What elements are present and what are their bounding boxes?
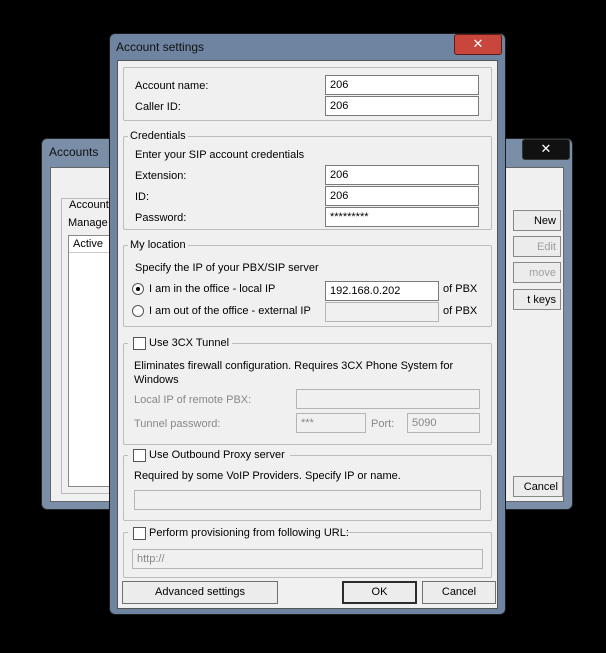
caller-id-label: Caller ID: bbox=[135, 101, 181, 113]
provisioning-url-input[interactable]: http:// bbox=[132, 549, 483, 569]
cancel-button[interactable]: Cancel bbox=[422, 581, 496, 604]
new-account-button[interactable]: New bbox=[513, 210, 561, 231]
extension-input[interactable]: 206 bbox=[325, 165, 479, 185]
location-hint: Specify the IP of your PBX/SIP server bbox=[135, 262, 319, 274]
tunnel-checkbox-label[interactable]: Use 3CX Tunnel bbox=[149, 336, 229, 350]
remote-pbx-label: Local IP of remote PBX: bbox=[134, 394, 252, 406]
external-ip-suffix: of PBX bbox=[443, 305, 478, 317]
ok-button[interactable]: OK bbox=[342, 581, 417, 604]
local-ip-label[interactable]: I am in the office - local IP bbox=[149, 282, 275, 296]
extension-label: Extension: bbox=[135, 170, 187, 182]
tunnel-port-input[interactable]: 5090 bbox=[407, 413, 480, 433]
provisioning-checkbox-label[interactable]: Perform provisioning from following URL: bbox=[149, 526, 349, 540]
edit-account-button[interactable]: Edit bbox=[513, 236, 561, 257]
local-ip-radio[interactable] bbox=[132, 283, 144, 295]
remote-pbx-input[interactable] bbox=[296, 389, 480, 409]
id-label: ID: bbox=[135, 191, 150, 203]
tunnel-description: Eliminates firewall configuration. Requi… bbox=[134, 360, 454, 386]
external-ip-radio[interactable] bbox=[132, 305, 144, 317]
remove-account-button[interactable]: move bbox=[513, 262, 561, 283]
shortcut-keys-button[interactable]: t keys bbox=[513, 289, 561, 310]
tunnel-port-label: Port: bbox=[371, 418, 395, 430]
tunnel-password-label: Tunnel password: bbox=[134, 418, 221, 430]
proxy-checkbox-label[interactable]: Use Outbound Proxy server bbox=[149, 448, 285, 462]
accounts-cancel-button[interactable]: Cancel bbox=[513, 476, 563, 497]
proxy-description: Required by some VoIP Providers. Specify… bbox=[134, 470, 401, 482]
tunnel-password-input[interactable]: *** bbox=[296, 413, 366, 433]
password-input[interactable]: ********* bbox=[325, 207, 479, 227]
account-name-label: Account name: bbox=[135, 80, 209, 92]
local-ip-suffix: of PBX bbox=[443, 283, 478, 295]
location-group-label: My location bbox=[128, 239, 188, 252]
local-ip-input[interactable]: 192.168.0.202 bbox=[325, 281, 439, 301]
advanced-settings-button[interactable]: Advanced settings bbox=[122, 581, 278, 604]
dialog-title: Account settings bbox=[116, 40, 205, 54]
account-name-input[interactable]: 206 bbox=[325, 75, 479, 95]
password-label: Password: bbox=[135, 212, 187, 224]
accounts-close-icon[interactable]: ✕ bbox=[522, 139, 570, 160]
external-ip-label[interactable]: I am out of the office - external IP bbox=[149, 304, 311, 318]
external-ip-input[interactable] bbox=[325, 302, 439, 322]
dialog-panel: Account name: 206 Caller ID: 206 Credent… bbox=[117, 60, 498, 609]
provisioning-checkbox[interactable] bbox=[133, 527, 146, 540]
account-settings-dialog: Account settings ✕ Account name: 206 Cal… bbox=[109, 33, 506, 615]
proxy-input[interactable] bbox=[134, 490, 481, 510]
proxy-group bbox=[123, 455, 492, 521]
proxy-checkbox[interactable] bbox=[133, 449, 146, 462]
dialog-close-icon[interactable]: ✕ bbox=[454, 34, 502, 55]
credentials-hint: Enter your SIP account credentials bbox=[135, 149, 305, 161]
accounts-window-title: Accounts bbox=[49, 145, 99, 159]
id-input[interactable]: 206 bbox=[325, 186, 479, 206]
caller-id-input[interactable]: 206 bbox=[325, 96, 479, 116]
tunnel-checkbox[interactable] bbox=[133, 337, 146, 350]
credentials-group-label: Credentials bbox=[128, 130, 188, 143]
